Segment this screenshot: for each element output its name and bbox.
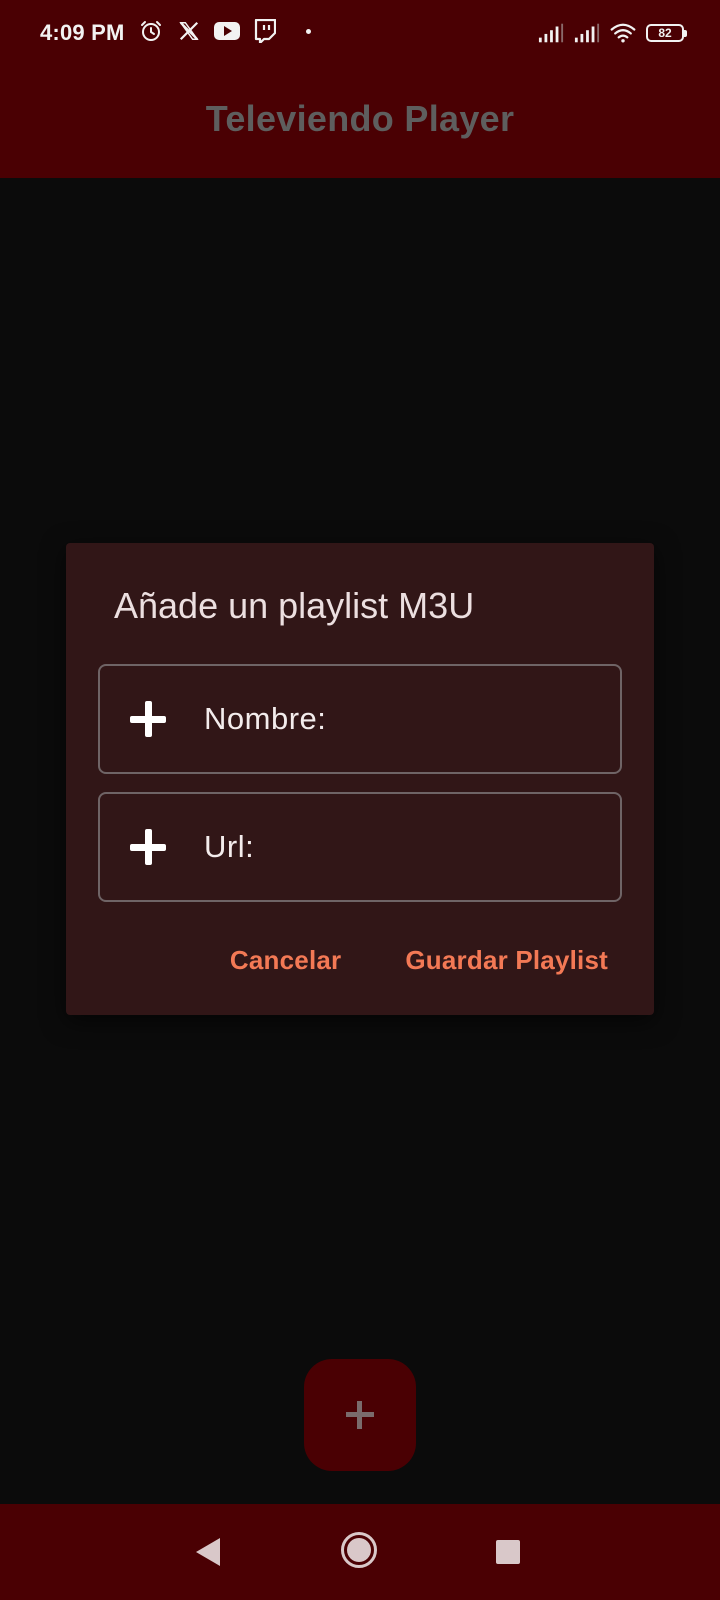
plus-icon: [128, 699, 168, 739]
plus-icon: [128, 827, 168, 867]
signal-icon: [538, 20, 564, 46]
app-title: Televiendo Player: [205, 98, 515, 139]
add-playlist-fab[interactable]: [304, 1359, 416, 1471]
status-time: 4:09 PM: [40, 20, 125, 45]
signal-icon: [574, 20, 600, 46]
notification-dot-icon: [306, 28, 311, 34]
back-icon[interactable]: [196, 1538, 220, 1566]
add-playlist-dialog: Añade un playlist M3U Nombre: Url: Cance…: [66, 543, 654, 1015]
cancel-button[interactable]: Cancelar: [230, 945, 341, 976]
url-field[interactable]: Url:: [98, 792, 622, 902]
battery-icon: 82: [646, 24, 687, 42]
dialog-title: Añade un playlist M3U: [114, 585, 475, 626]
recents-icon[interactable]: [496, 1540, 520, 1564]
app-bar: Televiendo Player: [0, 70, 720, 178]
dialog-actions: Cancelar Guardar Playlist: [230, 945, 608, 976]
name-field[interactable]: Nombre:: [98, 664, 622, 774]
youtube-icon: [214, 18, 240, 44]
home-icon-inner: [347, 1538, 371, 1562]
x-icon: [176, 18, 202, 44]
screen: 4:09 PM 82 Televiendo Player Añade un pl…: [0, 0, 720, 1600]
status-bar: 4:09 PM 82: [0, 0, 720, 70]
wifi-icon: [610, 20, 636, 46]
alarm-icon: [138, 18, 164, 44]
plus-icon: [346, 1401, 374, 1429]
navigation-bar: [0, 1504, 720, 1600]
save-playlist-button[interactable]: Guardar Playlist: [405, 945, 608, 976]
twitch-icon: [252, 18, 278, 44]
name-field-label: Nombre:: [204, 701, 327, 736]
status-icons-right: 82: [538, 20, 687, 46]
home-icon[interactable]: [341, 1532, 377, 1568]
status-icons-left: [138, 18, 311, 44]
url-field-label: Url:: [204, 829, 255, 864]
